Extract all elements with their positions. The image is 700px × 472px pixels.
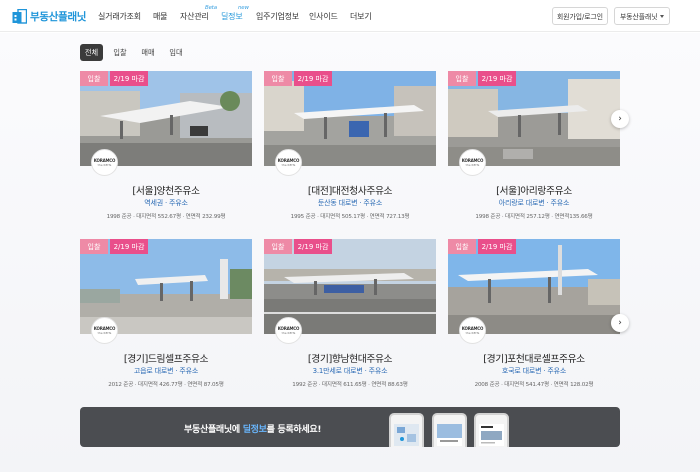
deal-card[interactable]: 입찰 2/19 마감 KORAMCO the REITs [서울]아리랑주유소 아…: [448, 71, 620, 221]
nav-item-listings[interactable]: 매물: [153, 11, 168, 22]
deal-title[interactable]: [경기]포천대로셀프주유소: [448, 351, 620, 365]
tab-bid[interactable]: 입찰: [109, 44, 131, 61]
deadline-badge: 2/19 마감: [110, 239, 148, 254]
deal-meta: 1998 준공 · 대지면적 257.12평 · 연면적135.66평: [475, 214, 593, 220]
nav-item-transactions[interactable]: 실거래가조회: [98, 11, 141, 22]
deal-title[interactable]: [서울]양천주유소: [80, 183, 252, 197]
seller-logo: KORAMCO the REITs: [459, 149, 486, 176]
deal-card[interactable]: 입찰 2/19 마감 KORAMCO the REITs [경기]포천대로셀프주유…: [448, 239, 620, 389]
deal-meta: 1998 준공 · 대지면적 552.67평 · 연면적 232.99평: [106, 214, 226, 220]
seller-logo: KORAMCO the REITs: [459, 317, 486, 344]
bid-badge: 입찰: [80, 71, 108, 86]
deal-tags: 3.1만세로 대로변 · 주유소: [312, 367, 388, 375]
deal-card[interactable]: 입찰 2/19 마감 KORAMCO the REITs [대전]대전청사주유소 …: [264, 71, 436, 221]
deal-tags: 아리랑로 대로변 · 주유소: [498, 199, 570, 207]
deal-title[interactable]: [경기]드림셀프주유소: [80, 351, 252, 365]
site-logo[interactable]: 부동산플래닛: [12, 7, 86, 25]
deal-title[interactable]: [경기]향남현대주유소: [264, 351, 436, 365]
deal-card[interactable]: 입찰 2/19 마감 KORAMCO the REITs [경기]드림셀프주유소 …: [80, 239, 252, 389]
site-select-value: 부동산플래닛: [620, 13, 658, 21]
phone-mockup-image: [389, 413, 424, 447]
register-deal-banner[interactable]: 부동산플래닛에 딜정보를 등록하세요!: [80, 407, 620, 447]
signup-login-button[interactable]: 회원가입/로그인: [552, 7, 608, 25]
deadline-badge: 2/19 마감: [478, 71, 516, 86]
seller-logo: KORAMCO the REITs: [91, 317, 118, 344]
carousel-next-button[interactable]: ›: [611, 314, 629, 332]
caret-down-icon: [660, 15, 664, 18]
deal-tags: 호국로 대로변 · 주유소: [501, 367, 567, 375]
phone-mockup-image: [432, 413, 467, 447]
deal-list-section: 전체 입찰 매매 임대 입찰 2/19 마감 KORAMCOthe REITs: [0, 33, 700, 472]
tab-sale[interactable]: 매매: [137, 44, 159, 61]
tab-all[interactable]: 전체: [80, 44, 103, 61]
nav-item-tenant-info[interactable]: 입주기업정보: [256, 11, 299, 22]
banner-text: 부동산플래닛에 딜정보를 등록하세요!: [184, 425, 322, 435]
deal-tags: 둔산동 대로변 · 주유소: [317, 199, 383, 207]
deadline-badge: 2/19 마감: [294, 239, 332, 254]
seller-logo: KORAMCO the REITs: [275, 317, 302, 344]
deal-meta: 1995 준공 · 대지면적 505.17평 · 연면적 727.13평: [290, 214, 410, 220]
deal-tags: 고읍로 대로변 · 주유소: [133, 367, 199, 375]
bid-badge: 입찰: [264, 71, 292, 86]
deadline-badge: 2/19 마감: [478, 239, 516, 254]
bid-badge: 입찰: [448, 239, 476, 254]
deadline-badge: 2/19 마감: [110, 71, 148, 86]
nav-item-asset-management[interactable]: 자산관리 Beta: [180, 5, 217, 22]
banner-highlight: 딜정보: [242, 425, 267, 435]
seller-logo: KORAMCO the REITs: [275, 149, 302, 176]
chevron-right-icon: ›: [618, 113, 622, 124]
deal-title[interactable]: [서울]아리랑주유소: [448, 183, 620, 197]
top-header: 부동산플래닛 실거래가조회 매물 자산관리 Beta 딜정보 new 입주기업정…: [0, 0, 700, 32]
phone-mockup-image: [474, 413, 509, 447]
nav-item-inside[interactable]: 인사이드: [309, 11, 338, 22]
beta-label: Beta: [205, 5, 217, 11]
seller-logo: KORAMCO the REITs: [91, 149, 118, 176]
deal-tags: 역세권 · 주유소: [144, 199, 188, 207]
deal-meta: 1992 준공 · 대지면적 611.65평 · 연면적 88.63평: [292, 382, 408, 388]
bid-badge: 입찰: [80, 239, 108, 254]
deal-meta: 2012 준공 · 대지면적 426.77평 · 연면적 87.05평: [108, 382, 224, 388]
deal-meta: 2008 준공 · 대지면적 541.47평 · 연면적 128.02평: [474, 382, 594, 388]
carousel-next-button[interactable]: ›: [611, 110, 629, 128]
deal-card[interactable]: 입찰 2/19 마감 KORAMCO the REITs [경기]향남현대주유소 …: [264, 239, 436, 389]
building-logo-icon: [12, 8, 28, 24]
nav-item-deal-info[interactable]: 딜정보 new: [221, 5, 249, 22]
site-select-dropdown[interactable]: 부동산플래닛: [614, 7, 670, 25]
bid-badge: 입찰: [448, 71, 476, 86]
chevron-right-icon: ›: [618, 317, 622, 328]
deadline-badge: 2/19 마감: [294, 71, 332, 86]
bid-badge: 입찰: [264, 239, 292, 254]
new-label: new: [238, 5, 249, 11]
nav-item-more[interactable]: 더보기: [350, 11, 372, 22]
deal-card[interactable]: 입찰 2/19 마감 KORAMCO the REITs [서울]양천주유소 역세…: [80, 71, 252, 221]
logo-text: 부동산플래닛: [30, 10, 87, 23]
deal-title[interactable]: [대전]대전청사주유소: [264, 183, 436, 197]
tab-lease[interactable]: 임대: [165, 44, 187, 61]
